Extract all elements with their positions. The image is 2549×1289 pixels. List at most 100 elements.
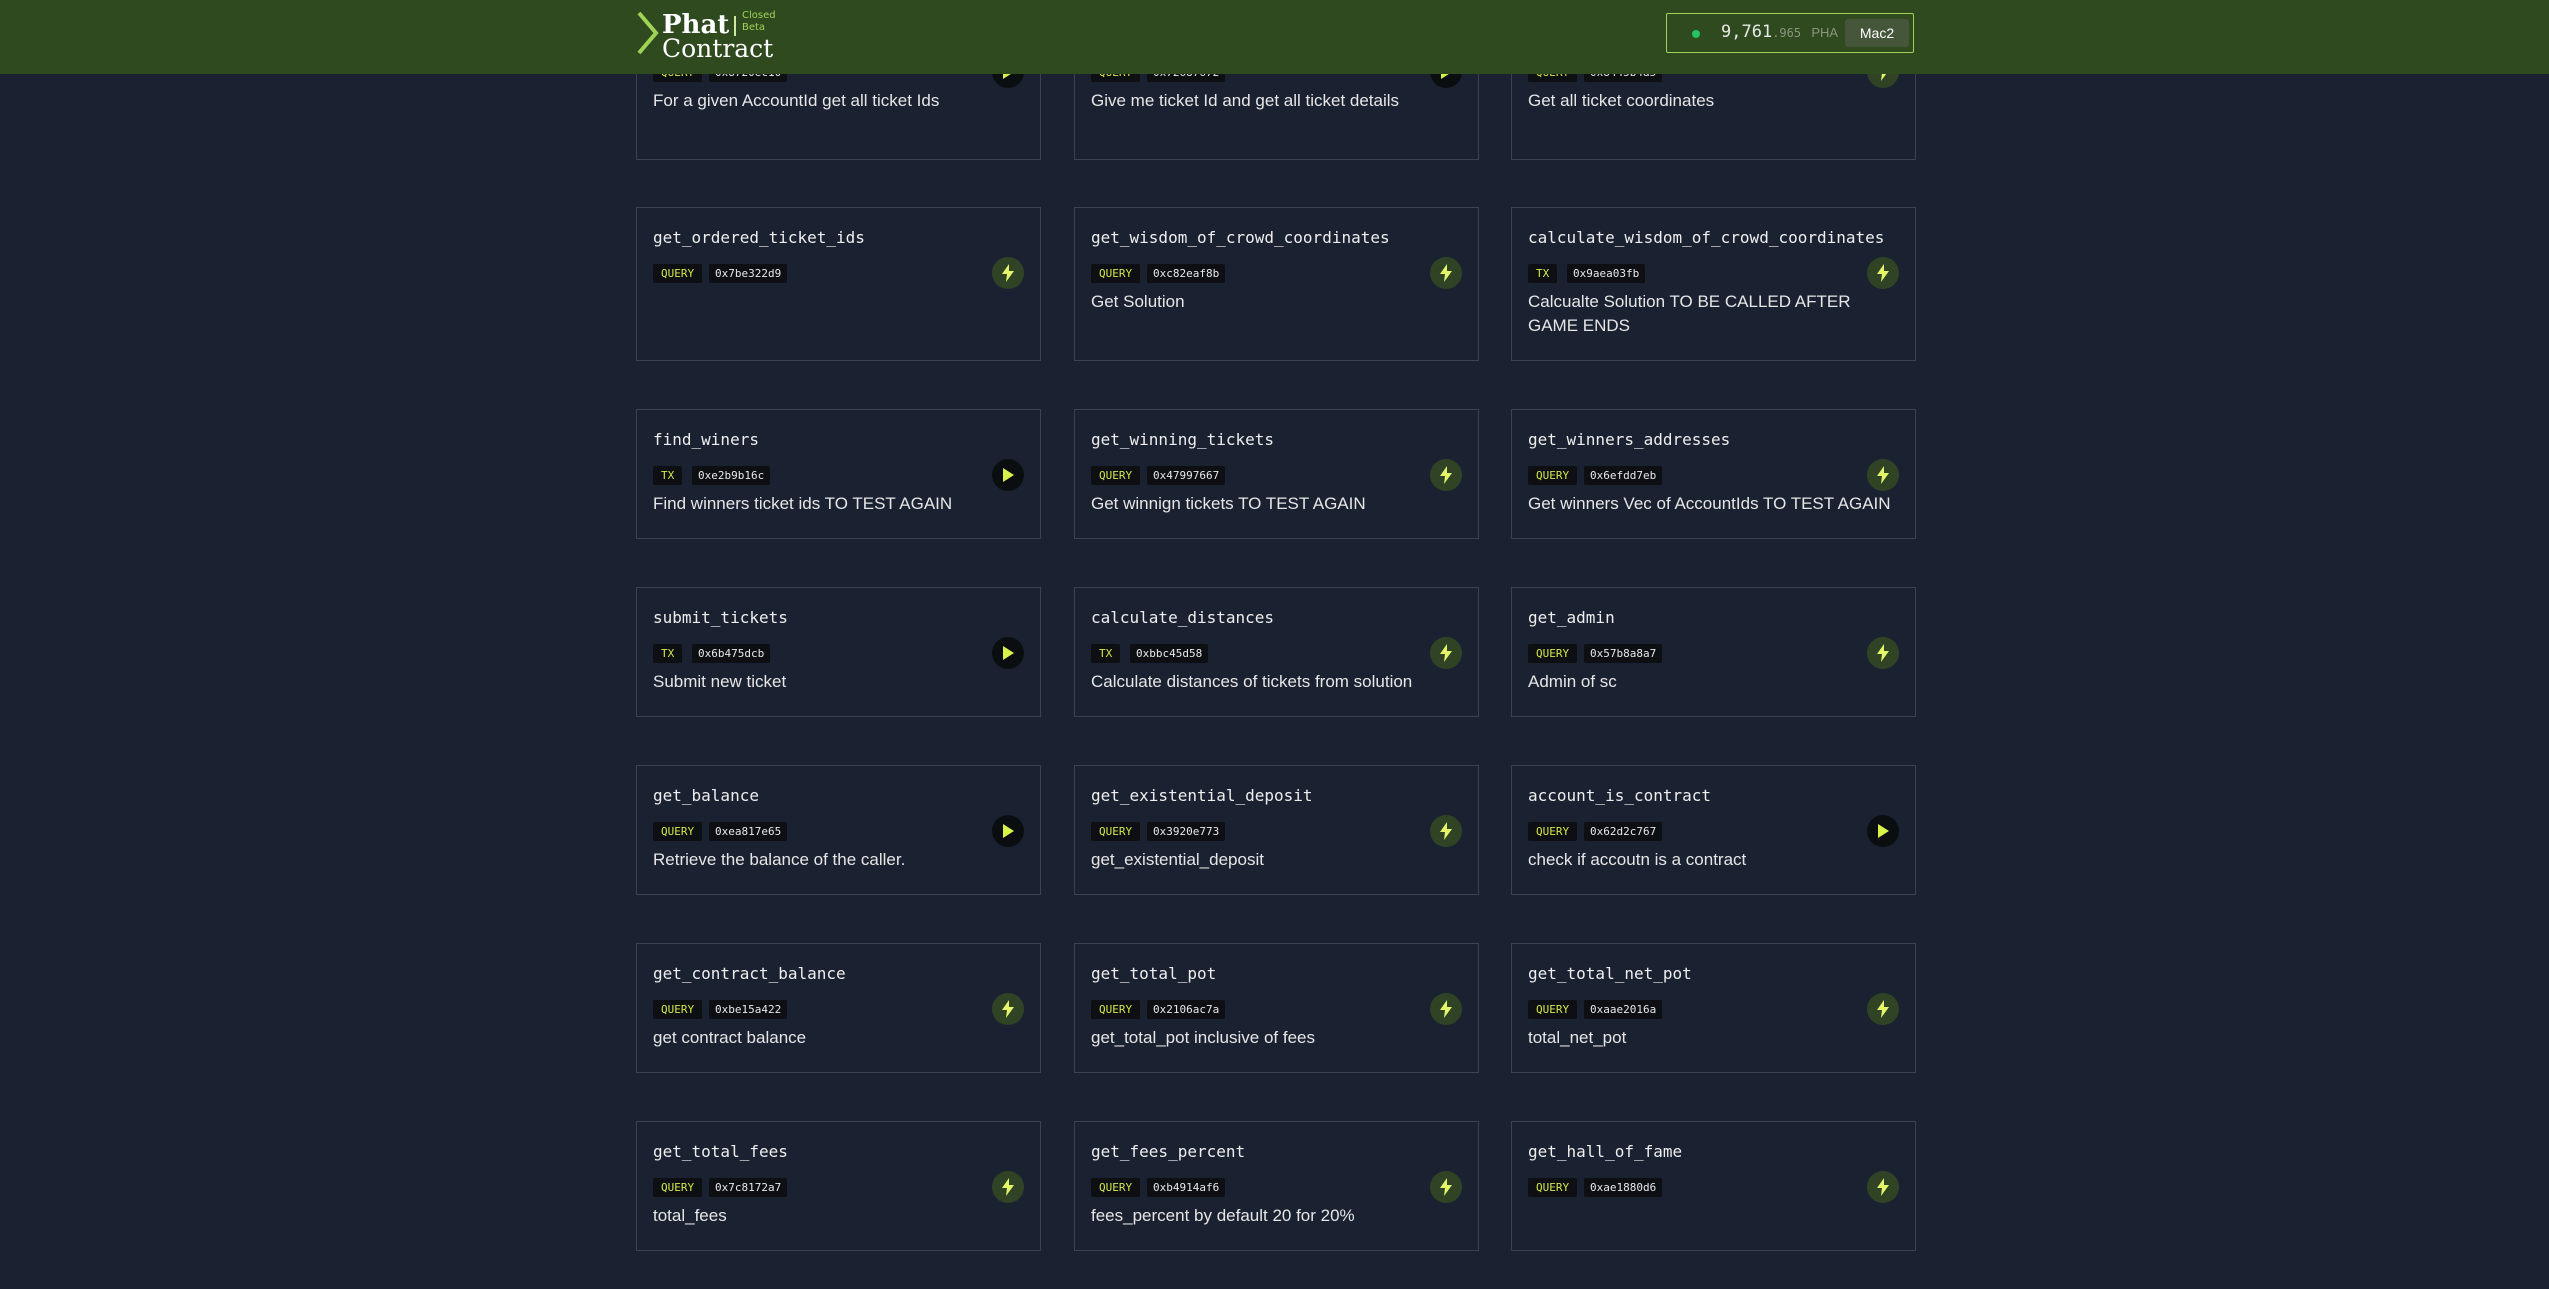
method-card: get_existential_deposit QUERY 0x3920e773 ge… [1074, 765, 1479, 895]
method-name: get_contract_balance [653, 964, 846, 983]
bolt-icon [1440, 1000, 1452, 1018]
method-name: get_wisdom_of_crowd_coordinates [1091, 228, 1390, 247]
method-description: total_net_pot [1528, 1028, 1627, 1047]
method-selector-badge: 0xaae2016a [1584, 1000, 1663, 1019]
quick-run-button[interactable] [1430, 815, 1462, 847]
method-selector-badge: 0xb4914af6 [1147, 1178, 1226, 1197]
method-description: get_total_pot inclusive of fees [1091, 1028, 1315, 1047]
bolt-icon [1440, 466, 1452, 484]
quick-run-button[interactable] [1867, 257, 1899, 289]
method-kind-badge: QUERY [653, 822, 703, 841]
method-name: get_hall_of_fame [1528, 1142, 1683, 1161]
method-kind-badge: QUERY [1091, 264, 1141, 283]
connection-status-dot [1692, 30, 1700, 38]
balance-decimals: .965 [1772, 26, 1802, 40]
run-method-button[interactable] [992, 637, 1024, 669]
play-icon [1877, 824, 1889, 838]
method-card: calculate_distances TX 0xbbc45d58 Calculate… [1074, 587, 1479, 717]
quick-run-button[interactable] [1430, 1171, 1462, 1203]
method-selector-badge: 0xe2b9b16c [692, 466, 771, 485]
quick-run-button[interactable] [1867, 1171, 1899, 1203]
method-card: get_ordered_ticket_ids QUERY 0x7be322d9 [636, 207, 1041, 361]
method-name: get_winning_tickets [1091, 430, 1275, 449]
method-kind-badge: QUERY [1528, 822, 1578, 841]
method-selector-badge: 0x6efdd7eb [1584, 466, 1663, 485]
top-navigation-bar: Phat Closed Beta Contract 9,761.965 PHA … [0, 0, 2549, 74]
run-method-button[interactable] [992, 459, 1024, 491]
method-description: For a given AccountId get all ticket Ids [653, 91, 940, 110]
method-selector-badge: 0x3920e773 [1147, 822, 1226, 841]
method-kind-badge: QUERY [1528, 644, 1578, 663]
logo-badge-line1: Closed [742, 10, 776, 21]
quick-run-button[interactable] [1430, 257, 1462, 289]
method-name: get_balance [653, 786, 759, 805]
run-method-button[interactable] [992, 815, 1024, 847]
method-card: get_total_fees QUERY 0x7c8172a7 total_fees [636, 1121, 1041, 1251]
bolt-icon [1877, 1178, 1889, 1196]
method-card: calculate_wisdom_of_crowd_coordinates TX 0… [1511, 207, 1916, 361]
method-name: find_winers [653, 430, 759, 449]
method-name: account_is_contract [1528, 786, 1712, 805]
method-description: Submit new ticket [653, 672, 787, 691]
method-description: Admin of sc [1528, 672, 1617, 691]
method-description: Get winnign tickets TO TEST AGAIN [1091, 494, 1366, 513]
method-name: get_fees_percent [1091, 1142, 1246, 1161]
method-card: submit_tickets TX 0x6b475dcb Submit new tic… [636, 587, 1041, 717]
phat-contract-logo[interactable]: Phat Closed Beta Contract [636, 8, 796, 66]
logo-title-line2: Contract [662, 34, 774, 63]
quick-run-button[interactable] [1867, 637, 1899, 669]
bolt-icon [1440, 644, 1452, 662]
method-selector-badge: 0x9aea03fb [1567, 264, 1646, 283]
method-description: Give me ticket Id and get all ticket det… [1091, 91, 1400, 110]
balance-display: 9,761.965 PHA [1721, 22, 1838, 42]
method-description: get_existential_deposit [1091, 850, 1264, 869]
balance-unit: PHA [1811, 25, 1839, 40]
method-card: get_contract_balance QUERY 0xbe15a422 get c… [636, 943, 1041, 1073]
method-card: get_winning_tickets QUERY 0x47997667 Get wi… [1074, 409, 1479, 539]
method-name: get_total_fees [653, 1142, 788, 1161]
bolt-icon [1002, 264, 1014, 282]
method-selector-badge: 0xea817e65 [709, 822, 788, 841]
method-kind-badge: QUERY [1091, 1000, 1141, 1019]
quick-run-button[interactable] [1430, 459, 1462, 491]
logo-badge-line2: Beta [742, 22, 766, 33]
method-description: fees_percent by default 20 for 20% [1091, 1206, 1355, 1225]
bolt-icon [1877, 264, 1889, 282]
method-kind-badge: QUERY [1528, 1178, 1578, 1197]
quick-run-button[interactable] [1867, 459, 1899, 491]
quick-run-button[interactable] [1867, 993, 1899, 1025]
quick-run-button[interactable] [1430, 993, 1462, 1025]
method-kind-badge: TX [1528, 264, 1558, 283]
method-card: get_balance QUERY 0xea817e65 Retrieve the b… [636, 765, 1041, 895]
method-description: total_fees [653, 1206, 727, 1225]
method-name: get_existential_deposit [1091, 786, 1313, 805]
method-kind-badge: QUERY [1528, 1000, 1578, 1019]
play-icon [1002, 468, 1014, 482]
method-description: Get Solution [1091, 292, 1185, 311]
method-description: Find winners ticket ids TO TEST AGAIN [653, 494, 953, 513]
method-card: get_total_pot QUERY 0x2106ac7a get_total_po… [1074, 943, 1479, 1073]
method-name: get_winners_addresses [1528, 430, 1731, 449]
method-kind-badge: TX [653, 466, 683, 485]
method-selector-badge: 0xbe15a422 [709, 1000, 788, 1019]
play-icon [1002, 646, 1014, 660]
method-selector-badge: 0xbbc45d58 [1130, 644, 1209, 663]
method-kind-badge: TX [1091, 644, 1121, 663]
quick-run-button[interactable] [992, 1171, 1024, 1203]
run-method-button[interactable] [1867, 815, 1899, 847]
method-description: Get all ticket coordinates [1528, 91, 1715, 110]
quick-run-button[interactable] [992, 993, 1024, 1025]
method-description: check if accoutn is a contract [1528, 850, 1747, 869]
quick-run-button[interactable] [1430, 637, 1462, 669]
method-selector-badge: 0x7c8172a7 [709, 1178, 788, 1197]
method-kind-badge: QUERY [1091, 1178, 1141, 1197]
method-kind-badge: QUERY [1091, 822, 1141, 841]
bolt-icon [1002, 1000, 1014, 1018]
method-selector-badge: 0xae1880d6 [1584, 1178, 1663, 1197]
logo-divider [734, 16, 736, 36]
chevron-logo-icon [637, 11, 659, 55]
quick-run-button[interactable] [992, 257, 1024, 289]
method-name: submit_tickets [653, 608, 788, 627]
account-button[interactable]: Mac2 [1845, 19, 1909, 47]
wallet-widget[interactable]: 9,761.965 PHA Mac2 [1666, 13, 1914, 53]
